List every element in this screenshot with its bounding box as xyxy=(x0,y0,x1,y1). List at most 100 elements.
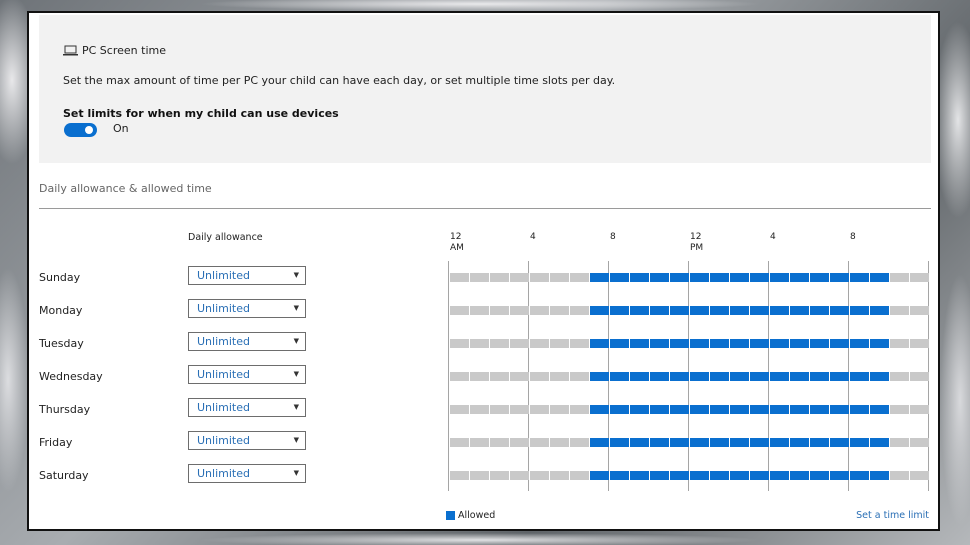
time-slot-cell[interactable] xyxy=(830,339,849,348)
time-slot-cell[interactable] xyxy=(850,372,869,381)
time-slot-cell[interactable] xyxy=(890,273,909,282)
time-slot-cell[interactable] xyxy=(830,306,849,315)
time-slot-cell[interactable] xyxy=(750,372,769,381)
time-slot-cell[interactable] xyxy=(490,306,509,315)
time-slot-cell[interactable] xyxy=(550,372,569,381)
time-slot-cell[interactable] xyxy=(770,438,789,447)
time-slot-cell[interactable] xyxy=(530,438,549,447)
time-slot-cell[interactable] xyxy=(450,405,469,414)
time-slot-cell[interactable] xyxy=(830,438,849,447)
time-slot-cell[interactable] xyxy=(530,273,549,282)
time-slot-cell[interactable] xyxy=(690,306,709,315)
time-slot-cell[interactable] xyxy=(710,306,729,315)
time-slot-cell[interactable] xyxy=(650,339,669,348)
time-slot-cell[interactable] xyxy=(810,306,829,315)
time-slot-cell[interactable] xyxy=(810,372,829,381)
time-slot-cell[interactable] xyxy=(750,306,769,315)
time-slot-cell[interactable] xyxy=(910,339,929,348)
time-slot-cell[interactable] xyxy=(710,339,729,348)
time-slot-cell[interactable] xyxy=(750,405,769,414)
time-slot-cell[interactable] xyxy=(610,372,629,381)
time-slot-cell[interactable] xyxy=(550,471,569,480)
allowance-select-monday[interactable]: Unlimited ▼ xyxy=(188,299,306,318)
time-slot-cell[interactable] xyxy=(490,372,509,381)
time-slot-cell[interactable] xyxy=(910,306,929,315)
time-slot-cell[interactable] xyxy=(830,471,849,480)
time-slot-cell[interactable] xyxy=(550,339,569,348)
time-slot-cell[interactable] xyxy=(910,372,929,381)
time-slot-cell[interactable] xyxy=(570,471,589,480)
time-slot-cell[interactable] xyxy=(790,471,809,480)
time-slot-cell[interactable] xyxy=(570,306,589,315)
time-slot-cell[interactable] xyxy=(710,372,729,381)
time-slot-cell[interactable] xyxy=(490,471,509,480)
time-slot-cell[interactable] xyxy=(810,471,829,480)
time-slot-cell[interactable] xyxy=(730,306,749,315)
time-slot-cell[interactable] xyxy=(890,438,909,447)
limits-toggle[interactable] xyxy=(64,123,97,137)
time-slot-cell[interactable] xyxy=(870,273,889,282)
time-slot-cell[interactable] xyxy=(510,306,529,315)
time-slot-cell[interactable] xyxy=(770,306,789,315)
time-slot-cell[interactable] xyxy=(670,273,689,282)
time-slot-cell[interactable] xyxy=(470,471,489,480)
time-slot-cell[interactable] xyxy=(550,273,569,282)
time-slot-cell[interactable] xyxy=(570,273,589,282)
time-slot-cell[interactable] xyxy=(550,306,569,315)
time-slot-cell[interactable] xyxy=(590,306,609,315)
time-slot-cell[interactable] xyxy=(450,438,469,447)
time-slot-cell[interactable] xyxy=(650,438,669,447)
time-slot-cell[interactable] xyxy=(650,405,669,414)
time-slot-cell[interactable] xyxy=(490,339,509,348)
allowance-select-saturday[interactable]: Unlimited ▼ xyxy=(188,464,306,483)
time-slot-cell[interactable] xyxy=(710,471,729,480)
time-slot-cell[interactable] xyxy=(790,273,809,282)
time-slot-cell[interactable] xyxy=(870,438,889,447)
time-slot-cell[interactable] xyxy=(850,438,869,447)
time-slot-cell[interactable] xyxy=(870,471,889,480)
time-slot-cell[interactable] xyxy=(610,405,629,414)
time-slot-cell[interactable] xyxy=(830,405,849,414)
time-slot-cell[interactable] xyxy=(910,405,929,414)
time-slot-cell[interactable] xyxy=(490,438,509,447)
time-slot-cell[interactable] xyxy=(590,372,609,381)
time-slot-cell[interactable] xyxy=(770,273,789,282)
time-slot-cell[interactable] xyxy=(670,405,689,414)
time-slot-cell[interactable] xyxy=(790,306,809,315)
time-slot-cell[interactable] xyxy=(730,438,749,447)
time-slot-cell[interactable] xyxy=(630,306,649,315)
time-slot-cell[interactable] xyxy=(570,339,589,348)
time-slot-cell[interactable] xyxy=(570,372,589,381)
time-slot-cell[interactable] xyxy=(890,306,909,315)
time-slot-cell[interactable] xyxy=(790,372,809,381)
time-slot-cell[interactable] xyxy=(470,405,489,414)
time-slot-cell[interactable] xyxy=(590,273,609,282)
time-slot-cell[interactable] xyxy=(490,273,509,282)
time-slot-cell[interactable] xyxy=(910,471,929,480)
time-slot-cell[interactable] xyxy=(730,372,749,381)
time-slot-cell[interactable] xyxy=(530,471,549,480)
time-slot-cell[interactable] xyxy=(630,372,649,381)
time-slot-cell[interactable] xyxy=(890,372,909,381)
time-slot-cell[interactable] xyxy=(530,339,549,348)
time-slot-cell[interactable] xyxy=(690,372,709,381)
time-slot-cell[interactable] xyxy=(850,339,869,348)
time-slot-cell[interactable] xyxy=(850,405,869,414)
time-slot-cell[interactable] xyxy=(870,306,889,315)
time-slot-cell[interactable] xyxy=(730,339,749,348)
time-slot-cell[interactable] xyxy=(610,273,629,282)
time-slot-cell[interactable] xyxy=(630,438,649,447)
time-slot-cell[interactable] xyxy=(750,471,769,480)
time-slot-cell[interactable] xyxy=(490,405,509,414)
time-slot-cell[interactable] xyxy=(770,372,789,381)
time-slot-cell[interactable] xyxy=(810,339,829,348)
time-slot-cell[interactable] xyxy=(870,405,889,414)
time-slot-cell[interactable] xyxy=(570,405,589,414)
time-slot-cell[interactable] xyxy=(470,339,489,348)
time-slot-cell[interactable] xyxy=(890,471,909,480)
time-slot-cell[interactable] xyxy=(590,438,609,447)
time-slot-cell[interactable] xyxy=(690,273,709,282)
time-slot-cell[interactable] xyxy=(670,339,689,348)
time-slot-cell[interactable] xyxy=(810,273,829,282)
allowance-select-friday[interactable]: Unlimited ▼ xyxy=(188,431,306,450)
